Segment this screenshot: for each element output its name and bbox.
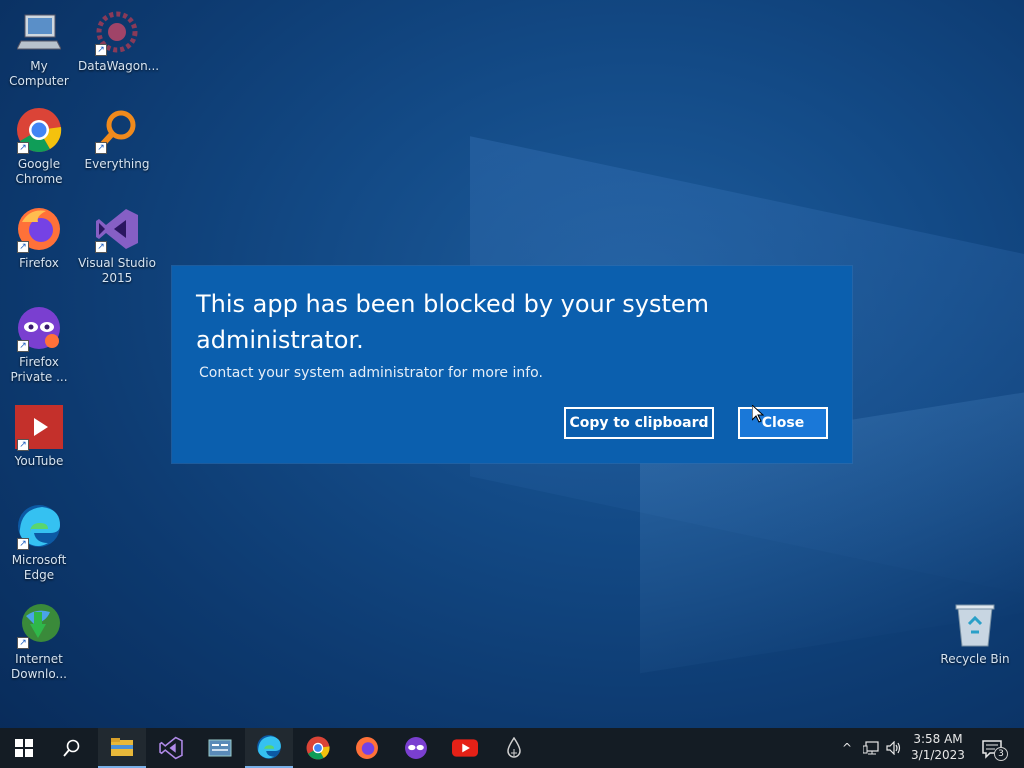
desktop-icon-youtube[interactable]: ↗ YouTube <box>0 403 78 469</box>
firefox-icon <box>356 737 378 759</box>
clock-date: 3/1/2023 <box>911 748 965 762</box>
edge-icon: ↗ <box>15 502 63 550</box>
taskbar-file-explorer[interactable] <box>98 728 146 768</box>
shortcut-arrow-icon: ↗ <box>95 44 107 56</box>
visual-studio-icon <box>159 736 183 760</box>
desktop-icon-label: My Computer <box>9 59 69 88</box>
network-icon <box>863 741 879 755</box>
datawagon-icon: ↗ <box>93 8 141 56</box>
taskbar-chrome[interactable] <box>294 728 342 768</box>
desktop-icon-label: Firefox <box>19 256 59 270</box>
edge-icon <box>257 735 281 759</box>
desktop-icon-label: Microsoft Edge <box>11 553 67 582</box>
shortcut-arrow-icon: ↗ <box>17 637 29 649</box>
taskbar-edge[interactable] <box>245 728 293 768</box>
notification-count-badge: 3 <box>994 747 1008 761</box>
windows-logo-icon <box>15 739 33 757</box>
file-explorer-icon <box>111 738 133 756</box>
taskbar-clock[interactable]: 3:58 AM 3/1/2023 <box>906 731 970 763</box>
taskbar-visual-studio[interactable] <box>147 728 195 768</box>
desktop-icon-recycle-bin[interactable]: Recycle Bin <box>936 601 1014 667</box>
mouse-cursor-icon <box>752 405 764 423</box>
desktop-icon-everything[interactable]: ↗ Everything <box>78 106 156 172</box>
taskbar-firefox-private[interactable] <box>392 728 440 768</box>
taskbar-youtube[interactable] <box>441 728 489 768</box>
show-hidden-icons-button[interactable]: ^ <box>836 728 858 768</box>
youtube-icon: ↗ <box>15 403 63 451</box>
firefox-private-icon <box>405 737 427 759</box>
search-icon <box>63 739 80 757</box>
chrome-icon: ↗ <box>15 106 63 154</box>
shortcut-arrow-icon: ↗ <box>17 538 29 550</box>
shortcut-arrow-icon: ↗ <box>17 142 29 154</box>
desktop-icon-datawagon[interactable]: ↗ DataWagon... <box>78 8 160 74</box>
volume-button[interactable] <box>884 728 904 768</box>
clock-time: 3:58 AM <box>913 732 963 746</box>
network-button[interactable] <box>860 728 882 768</box>
taskbar-water-drop-app[interactable] <box>490 728 538 768</box>
desktop-icon-label: Everything <box>84 157 150 171</box>
taskbar: ^ 3:58 AM 3/1/2023 3 <box>0 728 1024 768</box>
recycle-bin-icon <box>951 601 999 649</box>
youtube-icon <box>452 739 478 757</box>
globe-download-icon: ↗ <box>15 601 63 649</box>
search-button[interactable] <box>48 728 96 768</box>
desktop-icon-edge[interactable]: ↗ Microsoft Edge <box>0 502 78 583</box>
speaker-icon <box>886 741 901 755</box>
desktop-icon-label: Recycle Bin <box>940 652 1010 666</box>
desktop-icon-label: Google Chrome <box>15 157 63 186</box>
desktop-icon-label: Visual Studio 2015 <box>78 256 156 285</box>
shortcut-arrow-icon: ↗ <box>17 340 29 352</box>
chrome-icon <box>306 736 330 760</box>
firefox-private-icon: ↗ <box>15 304 63 352</box>
copy-to-clipboard-button[interactable]: Copy to clipboard <box>564 407 714 439</box>
dialog-message: Contact your system administrator for mo… <box>199 365 543 381</box>
shortcut-arrow-icon: ↗ <box>95 142 107 154</box>
desktop-icon-label: DataWagon... <box>78 59 160 73</box>
water-drop-icon <box>507 737 521 758</box>
desktop-icon-my-computer[interactable]: My Computer <box>0 8 78 89</box>
app-blocked-dialog: This app has been blocked by your system… <box>172 266 852 463</box>
desktop-icon-chrome[interactable]: ↗ Google Chrome <box>0 106 78 187</box>
taskbar-firefox[interactable] <box>343 728 391 768</box>
desktop-icon-label: Internet Downlo... <box>11 652 67 681</box>
computer-icon <box>15 8 63 56</box>
desktop-icon-firefox-private[interactable]: ↗ Firefox Private ... <box>0 304 78 385</box>
firefox-icon: ↗ <box>15 205 63 253</box>
dialog-title: This app has been blocked by your system… <box>196 290 710 354</box>
taskbar-control-panel[interactable] <box>196 728 244 768</box>
shortcut-arrow-icon: ↗ <box>95 241 107 253</box>
start-button[interactable] <box>0 728 48 768</box>
visual-studio-icon: ↗ <box>93 205 141 253</box>
desktop-icon-idm[interactable]: ↗ Internet Downlo... <box>0 601 78 682</box>
desktop-icon-label: YouTube <box>14 454 64 468</box>
desktop-icon-label: Firefox Private ... <box>10 355 68 384</box>
shortcut-arrow-icon: ↗ <box>17 241 29 253</box>
chevron-up-icon: ^ <box>841 741 853 755</box>
magnifier-icon: ↗ <box>93 106 141 154</box>
control-panel-icon <box>208 739 232 757</box>
shortcut-arrow-icon: ↗ <box>17 439 29 451</box>
desktop-icon-firefox[interactable]: ↗ Firefox <box>0 205 78 271</box>
desktop-icon-visual-studio[interactable]: ↗ Visual Studio 2015 <box>78 205 156 286</box>
